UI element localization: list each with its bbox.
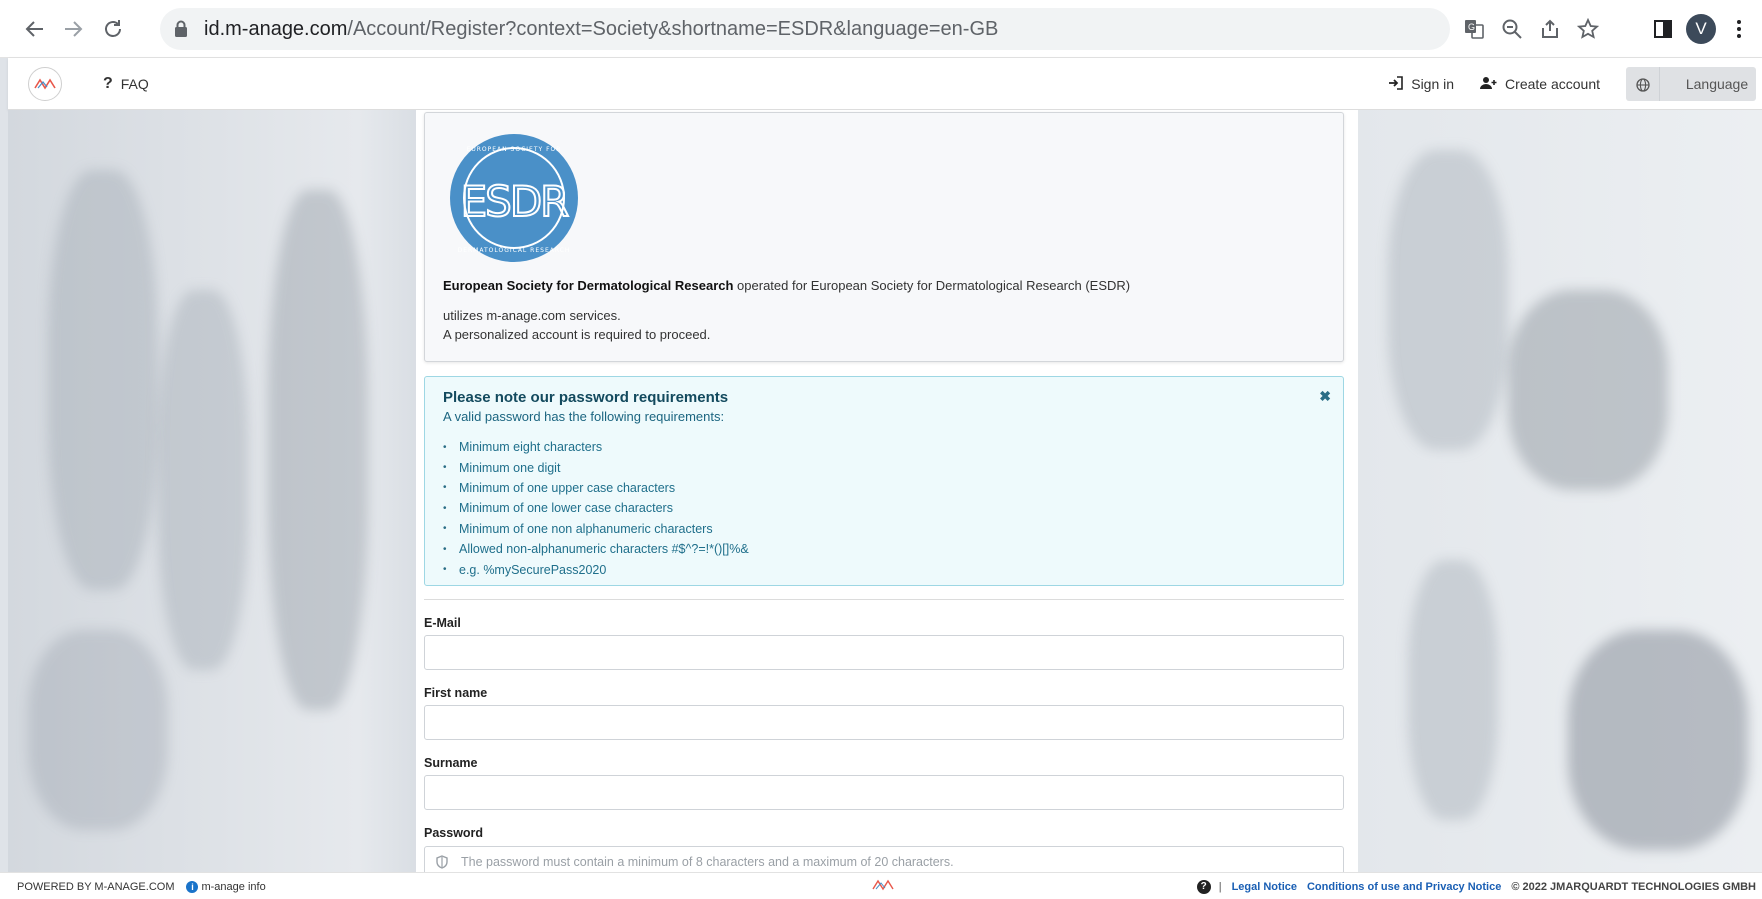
email-label: E-Mail — [424, 616, 461, 630]
operated-for: operated for European Society for Dermat… — [733, 278, 1131, 293]
conditions-link[interactable]: Conditions of use and Privacy Notice — [1307, 881, 1501, 893]
language-label: Language — [1685, 76, 1749, 92]
list-item: • e.g. %mySecurePass2020 — [443, 562, 607, 577]
shield-icon — [436, 855, 448, 869]
password-requirements-alert: Please note our password requirements A … — [424, 376, 1344, 586]
forward-icon[interactable] — [58, 14, 88, 44]
m-anage-logo[interactable] — [28, 67, 62, 101]
sidepanel-icon[interactable] — [1644, 10, 1682, 48]
url-host: id.m-anage.com — [204, 17, 348, 40]
language-button[interactable]: Language — [1626, 67, 1756, 101]
faq-link[interactable]: ? FAQ — [103, 75, 149, 93]
requirement-text: e.g. %mySecurePass2020 — [459, 562, 607, 577]
list-item: • Minimum of one non alphanumeric charact… — [443, 521, 713, 536]
sign-in-link[interactable]: Sign in — [1388, 75, 1455, 93]
profile-initial: V — [1686, 14, 1716, 44]
m-anage-info-link[interactable]: m-anage info — [201, 881, 265, 893]
logo-letters: ESDR — [461, 177, 569, 226]
question-icon: ? — [103, 75, 113, 92]
url-text: id.m-anage.com/Account/Register?context=… — [204, 18, 998, 41]
society-name: European Society for Dermatological Rese… — [443, 278, 734, 293]
list-item: • Minimum eight characters — [443, 440, 603, 455]
app-header: ? FAQ Sign in Create account Language — [8, 58, 1762, 110]
translate-icon[interactable]: G — [1455, 10, 1493, 48]
info-icon: i — [186, 881, 199, 893]
surname-field[interactable] — [424, 775, 1344, 810]
help-icon[interactable]: ? — [1196, 880, 1211, 894]
more-icon[interactable] — [1720, 10, 1758, 48]
browser-toolbar: id.m-anage.com/Account/Register?context=… — [0, 0, 1762, 58]
logo-ring-text: EUROPEAN SOCIETY FOR — [467, 146, 562, 153]
sign-in-label: Sign in — [1411, 76, 1455, 92]
surname-label: Surname — [424, 756, 478, 770]
faq-label: FAQ — [120, 76, 149, 92]
society-card: ESDR EUROPEAN SOCIETY FOR DERMATOLOGICAL… — [424, 112, 1344, 362]
service-info: utilizes m-anage.com services. A persona… — [443, 306, 710, 344]
requirement-text: Minimum one digit — [459, 460, 561, 475]
divider — [424, 599, 1344, 600]
email-field[interactable] — [424, 635, 1344, 670]
wave-logo-icon — [34, 78, 56, 90]
registration-panel: ESDR EUROPEAN SOCIETY FOR DERMATOLOGICAL… — [416, 110, 1358, 878]
first-name-label: First name — [424, 686, 488, 700]
close-icon[interactable]: ✖ — [1319, 388, 1331, 405]
requirement-text: Allowed non-alphanumeric characters #$^?… — [459, 542, 749, 557]
powered-by: POWERED BY M-ANAGE.COM — [17, 881, 175, 893]
notice-title: Please note our password requirements — [443, 389, 729, 406]
address-bar[interactable]: id.m-anage.com/Account/Register?context=… — [160, 8, 1450, 50]
lock-icon[interactable] — [174, 20, 188, 38]
first-name-field[interactable] — [424, 705, 1344, 740]
legal-notice-link[interactable]: Legal Notice — [1232, 881, 1297, 893]
svg-text:G: G — [1468, 22, 1475, 32]
user-plus-icon — [1480, 76, 1497, 93]
reload-icon[interactable] — [98, 14, 128, 44]
url-path: /Account/Register?context=Society&shortn… — [347, 17, 999, 40]
star-icon[interactable] — [1569, 10, 1607, 48]
esdr-logo: ESDR EUROPEAN SOCIETY FOR DERMATOLOGICAL… — [449, 133, 579, 263]
requirement-text: Minimum of one lower case characters — [459, 501, 673, 516]
copyright: © 2022 JMARQUARDT TECHNOLOGIES GMBH — [1511, 881, 1756, 893]
profile-avatar[interactable]: V — [1682, 10, 1720, 48]
account-required-text: A personalized account is required to pr… — [443, 327, 711, 342]
requirement-text: Minimum eight characters — [459, 440, 603, 455]
logo-ring-text-bottom: DERMATOLOGICAL RESEARCH — [458, 247, 571, 254]
password-hint: The password must contain a minimum of 8… — [461, 855, 954, 869]
requirement-text: Minimum of one non alphanumeric characte… — [459, 521, 713, 536]
requirement-text: Minimum of one upper case characters — [459, 480, 676, 495]
list-item: • Minimum of one lower case characters — [443, 501, 673, 516]
create-account-link[interactable]: Create account — [1480, 76, 1600, 93]
footer-separator: | — [1218, 881, 1222, 893]
footer-wave-icon — [872, 879, 894, 894]
list-item: • Minimum one digit — [443, 460, 561, 475]
create-account-label: Create account — [1505, 76, 1600, 92]
list-item: • Allowed non-alphanumeric characters #$^… — [443, 542, 749, 557]
requirements-list: • Minimum eight characters • Minimum one d… — [443, 437, 749, 580]
share-icon[interactable] — [1531, 10, 1569, 48]
footer: POWERED BY M-ANAGE.COM i m-anage info ? … — [0, 872, 1762, 899]
sign-in-icon — [1388, 75, 1404, 93]
zoom-icon[interactable] — [1493, 10, 1531, 48]
utilizes-text: utilizes m-anage.com services. — [443, 308, 621, 323]
list-item: • Minimum of one upper case characters — [443, 480, 676, 495]
globe-icon — [1626, 67, 1660, 101]
notice-subtitle: A valid password has the following requi… — [443, 409, 725, 424]
back-icon[interactable] — [20, 14, 50, 44]
organisation-line: European Society for Dermatological Rese… — [443, 278, 1130, 293]
password-label: Password — [424, 826, 484, 840]
